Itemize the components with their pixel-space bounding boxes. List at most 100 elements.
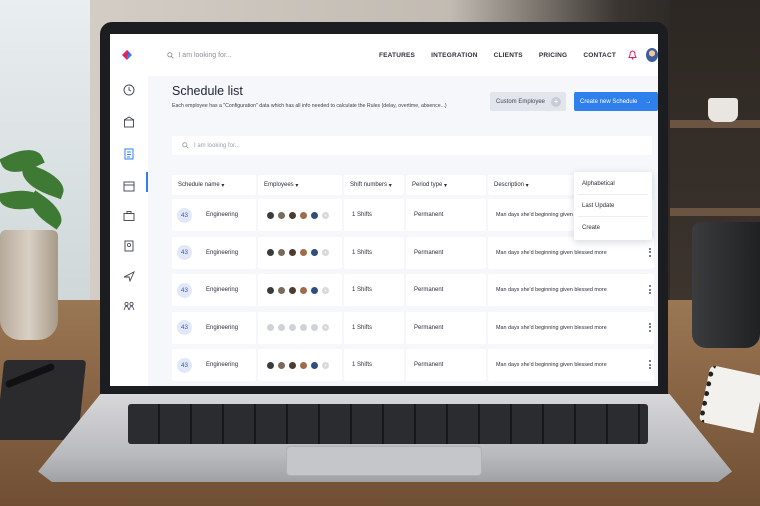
team-icon[interactable] — [123, 300, 135, 312]
top-navigation-bar: I am looking for... FEATURES INTEGRATION… — [110, 34, 658, 76]
employee-avatar[interactable] — [299, 248, 308, 257]
cell-schedule-name: 43 Engineering — [172, 349, 256, 381]
header-employees[interactable]: Employees ▾ — [258, 175, 342, 195]
schedule-name: Engineering — [206, 324, 239, 331]
plant-pot — [0, 230, 58, 340]
more-options-icon[interactable] — [649, 285, 652, 294]
nav-integration[interactable]: INTEGRATION — [431, 52, 478, 59]
building-icon[interactable] — [123, 116, 135, 128]
table-row[interactable]: 43 Engineering +1 Shifts Permanent Man days … — [172, 349, 654, 381]
employee-avatar[interactable] — [277, 360, 286, 370]
sort-option-last-update[interactable]: Last Update — [582, 203, 614, 209]
employee-avatar[interactable] — [299, 285, 308, 295]
bell-icon[interactable] — [628, 50, 638, 61]
header-period-type[interactable]: Period type ▾ — [406, 175, 486, 195]
employee-avatar[interactable] — [277, 210, 286, 220]
employee-avatar[interactable] — [288, 210, 297, 220]
arrow-right-icon: → — [645, 98, 652, 105]
employee-avatar[interactable] — [299, 210, 308, 220]
sidebar — [110, 76, 148, 386]
employee-avatar[interactable] — [299, 360, 308, 370]
employee-avatar[interactable] — [266, 323, 275, 332]
cell-shift-numbers: 1 Shifts — [344, 349, 404, 381]
employee-avatar[interactable] — [277, 285, 286, 295]
cell-employees: + — [258, 274, 342, 306]
cell-schedule-name: 43 Engineering — [172, 274, 256, 306]
more-employees-icon[interactable]: + — [321, 323, 330, 332]
nav-clients[interactable]: CLIENTS — [494, 52, 523, 59]
more-options-icon[interactable] — [649, 247, 652, 257]
sort-dropdown-menu: Alphabetical Last Update Create — [574, 172, 652, 240]
period-type: Permanent — [414, 287, 444, 293]
employee-avatar[interactable] — [266, 285, 275, 295]
employee-avatar[interactable] — [299, 323, 308, 332]
employee-avatar[interactable] — [288, 248, 297, 257]
page-description: Each employee has a "Configuration" data… — [172, 103, 447, 109]
cell-description: Man days she'd beginning given blessed m… — [488, 236, 654, 269]
shift-count: 1 Shifts — [352, 362, 373, 368]
employee-avatar[interactable] — [310, 248, 319, 257]
create-schedule-button[interactable]: Create new Schedule → — [574, 92, 658, 111]
nav-features[interactable]: FEATURES — [379, 52, 415, 59]
schedule-name: Engineering — [206, 212, 239, 218]
employee-avatar[interactable] — [277, 248, 286, 257]
app-logo-icon[interactable] — [110, 34, 143, 76]
dashboard-icon[interactable] — [123, 84, 135, 96]
table-row[interactable]: 43 Engineering +1 Shifts Permanent Man days … — [172, 311, 654, 344]
cell-schedule-name: 43 Engineering — [172, 236, 256, 269]
custom-employee-label: Custom Employee — [496, 98, 546, 105]
cell-schedule-name: 43 Engineering — [172, 199, 256, 231]
row-description: Man days she'd beginning given blessed m… — [496, 287, 607, 293]
sort-option-alphabetical[interactable]: Alphabetical — [582, 181, 615, 187]
schedule-document-icon[interactable] — [123, 148, 135, 160]
employee-avatar[interactable] — [266, 210, 275, 220]
create-schedule-label: Create new Schedule — [580, 98, 638, 105]
shelf-board — [670, 208, 760, 216]
more-employees-icon[interactable]: + — [321, 285, 330, 295]
calendar-icon[interactable] — [123, 180, 135, 192]
custom-employee-button[interactable]: Custom Employee + — [490, 92, 566, 111]
briefcase-icon[interactable] — [123, 210, 135, 222]
plane-icon[interactable] — [123, 270, 135, 282]
employee-avatar[interactable] — [310, 210, 319, 220]
header-description[interactable]: Description ▾ — [488, 175, 574, 195]
spiral-notebook — [698, 364, 760, 434]
cell-description: Man days she'd beginning given blessed m… — [488, 349, 654, 381]
report-icon[interactable] — [123, 240, 135, 252]
schedule-search-input[interactable]: I am looking for... — [172, 136, 652, 155]
header-schedule-name[interactable]: Schedule name ▾ — [172, 175, 256, 195]
cell-shift-numbers: 1 Shifts — [344, 236, 404, 269]
employee-avatar[interactable] — [288, 360, 297, 370]
employee-avatar[interactable] — [266, 248, 275, 257]
employee-avatar[interactable] — [266, 360, 275, 370]
employee-avatar[interactable] — [288, 285, 297, 295]
more-employees-icon[interactable]: + — [321, 248, 330, 257]
employee-avatar[interactable] — [277, 323, 286, 332]
schedule-id-badge: 43 — [177, 282, 192, 298]
nav-contact[interactable]: CONTACT — [583, 52, 616, 59]
cell-description: Man days she'd beginning given blessed m… — [488, 311, 654, 344]
cell-schedule-name: 43 Engineering — [172, 311, 256, 344]
employee-avatar[interactable] — [288, 323, 297, 332]
employee-avatar[interactable] — [310, 323, 319, 332]
more-options-icon[interactable] — [649, 360, 652, 369]
header-shift-numbers[interactable]: Shift numbers ▾ — [344, 175, 404, 195]
shelf-plant-pot — [708, 98, 738, 122]
cell-period-type: Permanent — [406, 199, 486, 231]
top-search-placeholder: I am looking for... — [178, 51, 232, 59]
search-icon — [167, 51, 175, 59]
employee-avatar[interactable] — [310, 360, 319, 370]
nav-pricing[interactable]: PRICING — [539, 52, 568, 59]
sort-option-create[interactable]: Create — [582, 225, 600, 231]
divider — [578, 194, 648, 195]
more-options-icon[interactable] — [649, 322, 652, 332]
user-avatar[interactable] — [645, 48, 658, 62]
top-search-input[interactable]: I am looking for... — [167, 52, 361, 59]
employee-avatar[interactable] — [310, 285, 319, 295]
more-employees-icon[interactable]: + — [321, 360, 330, 370]
coffee-mug — [692, 222, 760, 348]
table-row[interactable]: 43 Engineering +1 Shifts Permanent Man days … — [172, 274, 654, 306]
more-employees-icon[interactable]: + — [321, 210, 330, 220]
cell-employees: + — [258, 311, 342, 344]
table-row[interactable]: 43 Engineering +1 Shifts Permanent Man days … — [172, 236, 654, 269]
